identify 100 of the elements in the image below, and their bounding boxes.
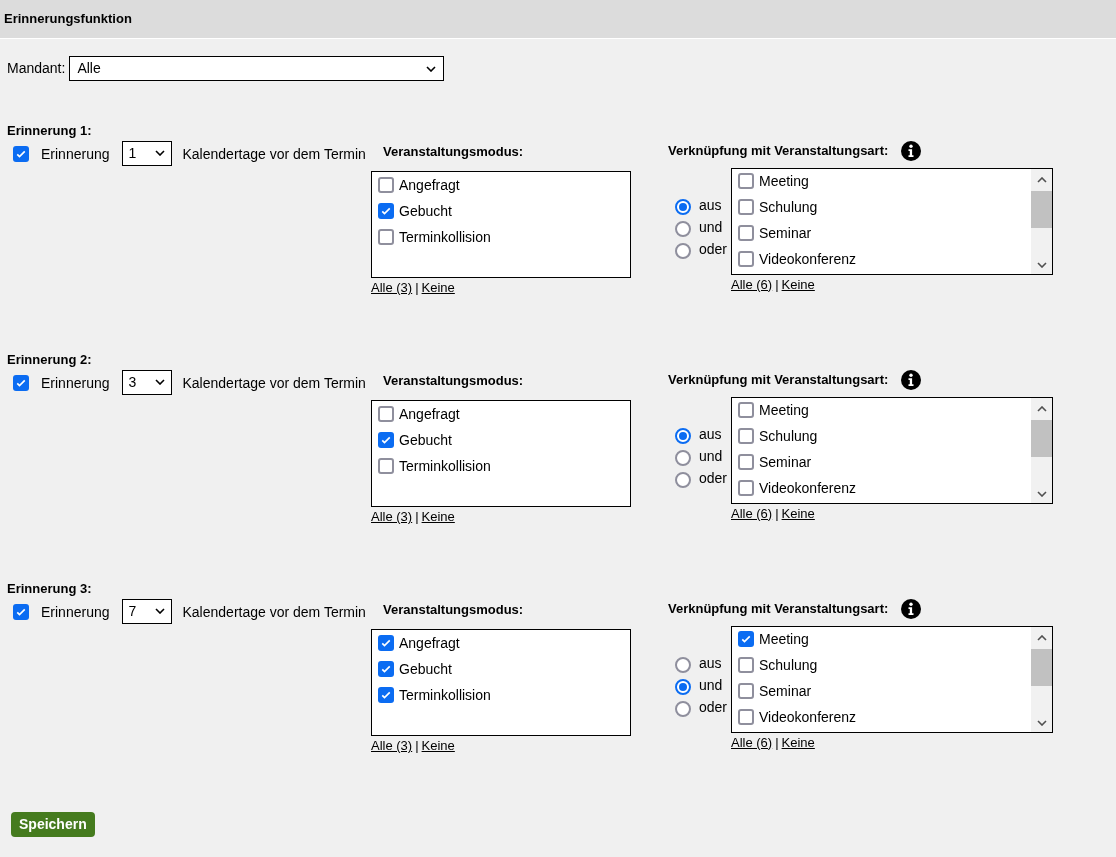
checkbox[interactable]: [378, 635, 394, 651]
scroll-down-icon[interactable]: [1036, 490, 1047, 497]
radio-button[interactable]: [675, 449, 691, 466]
select-none-link[interactable]: Keine: [781, 506, 815, 520]
option-label: Gebucht: [399, 431, 452, 449]
reminder-heading: Erinnerung 1:: [6, 122, 93, 140]
separator-text: |: [775, 735, 779, 749]
option-label: Terminkollision: [399, 686, 491, 704]
checkbox[interactable]: [378, 687, 394, 703]
section-heading: Veranstaltungsmodus:: [382, 600, 525, 619]
select-all-link[interactable]: Alle (3): [371, 739, 413, 752]
checkmark-icon: [380, 205, 392, 217]
checkmark-icon: [380, 663, 392, 675]
days-select[interactable]: 7: [121, 598, 172, 624]
checkbox[interactable]: [738, 224, 754, 241]
select-all-link[interactable]: Alle (6): [731, 277, 773, 291]
days-label: Kalendertage vor dem Termin: [182, 373, 366, 393]
scrollbar-thumb[interactable]: [1031, 648, 1052, 686]
radio-button[interactable]: [675, 656, 691, 673]
scrollbar[interactable]: [1031, 397, 1052, 503]
option-label: Gebucht: [399, 660, 452, 678]
option-label: Gebucht: [399, 202, 452, 220]
mandant-label: Mandant:: [7, 59, 66, 78]
radio-label: oder: [699, 697, 728, 717]
chevron-down-icon: [426, 65, 437, 72]
scroll-up-icon[interactable]: [1036, 405, 1047, 412]
scroll-down-icon[interactable]: [1036, 261, 1047, 268]
checkbox[interactable]: [378, 406, 394, 422]
radio-label: aus: [699, 653, 722, 673]
radio-button[interactable]: [675, 198, 691, 215]
scroll-up-icon[interactable]: [1036, 176, 1047, 183]
select-none-link[interactable]: Keine: [421, 739, 455, 752]
checkbox[interactable]: [738, 198, 754, 215]
checkbox[interactable]: [738, 172, 754, 189]
scrollbar-thumb[interactable]: [1031, 419, 1052, 457]
select-none-link[interactable]: Keine: [421, 281, 455, 294]
checkbox[interactable]: [738, 708, 754, 725]
option-label: Meeting: [759, 171, 809, 190]
save-button[interactable]: Speichern: [11, 812, 95, 837]
radio-label: oder: [699, 468, 728, 488]
checkbox[interactable]: [378, 458, 394, 474]
days-label: Kalendertage vor dem Termin: [182, 602, 366, 622]
scroll-up-icon[interactable]: [1036, 634, 1047, 641]
radio-button[interactable]: [675, 427, 691, 444]
checkmark-icon: [380, 689, 392, 701]
option-label: Seminar: [759, 223, 812, 242]
checkbox[interactable]: [738, 656, 754, 673]
option-label: Schulung: [759, 655, 818, 674]
select-all-link[interactable]: Alle (3): [371, 281, 413, 294]
checkbox[interactable]: [378, 203, 394, 219]
select-all-link[interactable]: Alle (6): [731, 735, 773, 749]
scrollbar-thumb[interactable]: [1031, 190, 1052, 228]
checkbox[interactable]: [13, 603, 29, 620]
option-label: Angefragt: [399, 176, 460, 194]
checkbox[interactable]: [738, 630, 754, 647]
select-all-link[interactable]: Alle (3): [371, 510, 413, 523]
checkbox[interactable]: [738, 479, 754, 496]
checkbox[interactable]: [378, 432, 394, 448]
page-title: Erinnerungsfunktion: [4, 10, 132, 29]
option-label: Angefragt: [399, 634, 460, 652]
checkbox[interactable]: [378, 177, 394, 193]
select-none-link[interactable]: Keine: [421, 510, 455, 523]
radio-label: und: [699, 217, 723, 237]
days-select[interactable]: 1: [121, 140, 172, 166]
select-none-link[interactable]: Keine: [781, 277, 815, 291]
scrollbar[interactable]: [1031, 168, 1052, 274]
checkbox[interactable]: [738, 401, 754, 418]
option-label: Meeting: [759, 629, 809, 648]
radio-button[interactable]: [675, 700, 691, 717]
checkbox[interactable]: [13, 145, 29, 162]
checkbox[interactable]: [378, 229, 394, 245]
checkbox[interactable]: [13, 374, 29, 391]
select-all-link[interactable]: Alle (6): [731, 506, 773, 520]
checkbox[interactable]: [738, 453, 754, 470]
separator-text: |: [775, 277, 779, 291]
option-label: Videokonferenz: [759, 249, 857, 268]
scrollbar[interactable]: [1031, 626, 1052, 732]
radio-button[interactable]: [675, 220, 691, 237]
checkbox[interactable]: [738, 682, 754, 699]
radio-button[interactable]: [675, 678, 691, 695]
section-heading: Veranstaltungsmodus:: [382, 142, 525, 161]
checkbox[interactable]: [738, 427, 754, 444]
option-label: Schulung: [759, 197, 818, 216]
option-label: Terminkollision: [399, 228, 491, 246]
radio-button[interactable]: [675, 471, 691, 488]
section-heading: Verknüpfung mit Veranstaltungsart:: [668, 141, 889, 160]
select-none-link[interactable]: Keine: [781, 735, 815, 749]
checkbox[interactable]: [738, 250, 754, 267]
radio-label: aus: [699, 424, 722, 444]
option-label: Seminar: [759, 452, 812, 471]
mandant-select[interactable]: Alle: [69, 56, 445, 81]
option-label: Seminar: [759, 681, 812, 700]
radio-button[interactable]: [675, 242, 691, 259]
chevron-down-icon: [154, 150, 165, 156]
days-select[interactable]: 3: [121, 369, 172, 395]
scroll-down-icon[interactable]: [1036, 719, 1047, 726]
checkbox[interactable]: [378, 661, 394, 677]
chevron-down-icon: [154, 379, 165, 385]
reminder-heading: Erinnerung 3:: [6, 580, 93, 598]
option-label: Schulung: [759, 426, 818, 445]
